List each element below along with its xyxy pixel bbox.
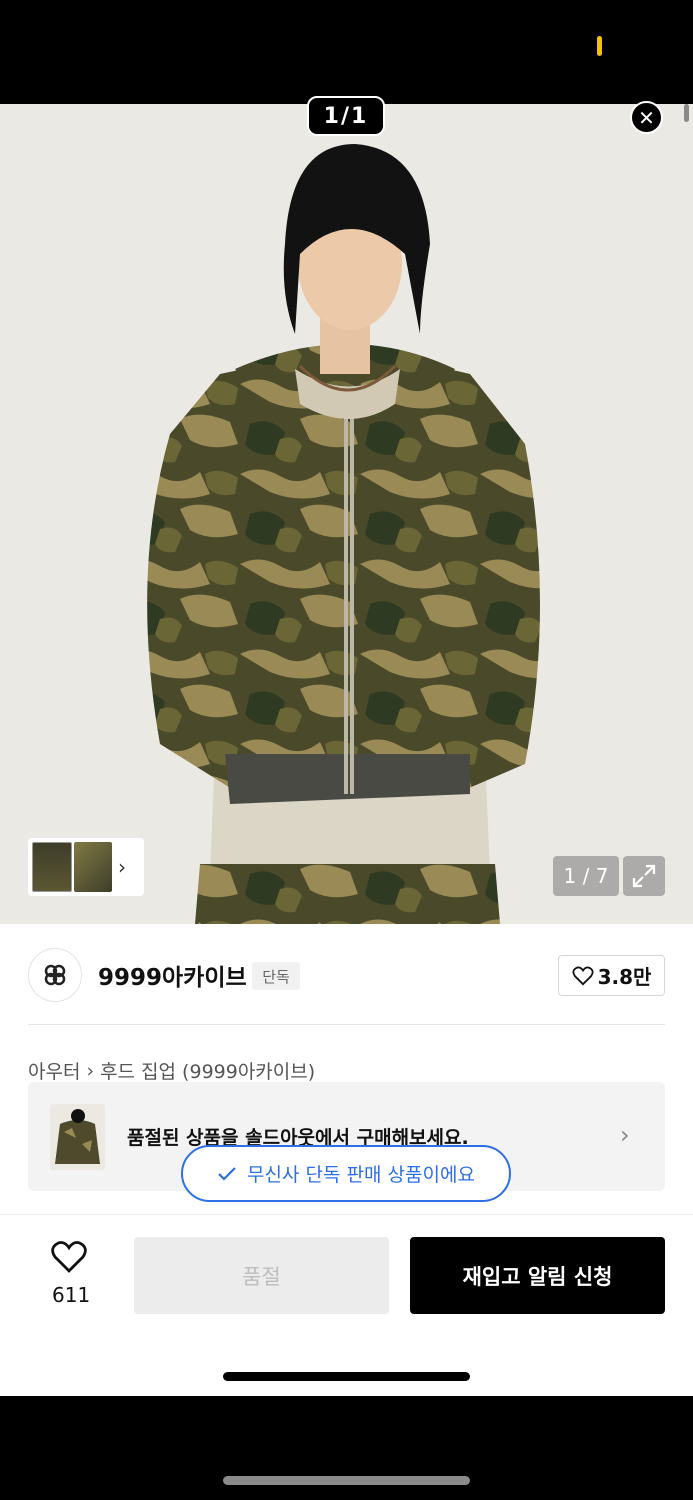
- breadcrumb-category[interactable]: 아우터: [28, 1057, 80, 1084]
- divider: [28, 1024, 665, 1025]
- product-photo: [0, 104, 693, 924]
- brand-logo[interactable]: [28, 948, 82, 1002]
- soldout-button[interactable]: 품절: [134, 1237, 389, 1314]
- thumbnail-1[interactable]: [32, 842, 72, 892]
- thumbnail-strip[interactable]: ›: [28, 838, 144, 896]
- status-bar: [0, 0, 693, 104]
- breadcrumb-subcategory[interactable]: 후드 집업 (9999아카이브): [100, 1057, 315, 1084]
- wishlist-button[interactable]: [50, 1240, 88, 1278]
- wishlist-count: 611: [52, 1283, 91, 1307]
- viewer-counter: 1/1: [307, 96, 385, 136]
- chevron-right-icon: ›: [620, 1121, 630, 1149]
- brand-like-count: 3.8만: [597, 965, 652, 989]
- divider: [0, 1214, 693, 1215]
- banner-thumbnail: [50, 1104, 105, 1170]
- expand-button[interactable]: [623, 856, 665, 896]
- status-indicator: [597, 36, 602, 56]
- heart-icon: [572, 966, 594, 985]
- brand-like-button[interactable]: 3.8만: [558, 955, 665, 996]
- close-button[interactable]: ✕: [630, 101, 663, 134]
- heart-icon: [51, 1241, 87, 1273]
- home-indicator[interactable]: [223, 1372, 470, 1381]
- home-indicator-outer[interactable]: [223, 1476, 470, 1485]
- close-icon: ✕: [638, 105, 655, 130]
- exclusive-sale-text: 무신사 단독 판매 상품이에요: [247, 1164, 475, 1186]
- product-image[interactable]: [0, 104, 693, 924]
- brand-name[interactable]: 9999아카이브: [98, 958, 247, 992]
- thumbnail-2[interactable]: [74, 842, 112, 892]
- exclusive-sale-pill: 무신사 단독 판매 상품이에요: [181, 1145, 511, 1202]
- check-icon: [218, 1166, 236, 1181]
- restock-alert-button[interactable]: 재입고 알림 신청: [410, 1237, 665, 1314]
- chevron-right-icon: ›: [118, 855, 126, 879]
- chevron-right-icon: ›: [86, 1059, 95, 1082]
- image-counter: 1 / 7: [553, 856, 619, 896]
- brand-logo-icon: [44, 964, 66, 986]
- exclusive-badge: 단독: [252, 962, 300, 990]
- scrollbar[interactable]: [684, 104, 689, 122]
- breadcrumb: 아우터 › 후드 집업 (9999아카이브): [28, 1057, 315, 1084]
- expand-icon: [632, 864, 656, 888]
